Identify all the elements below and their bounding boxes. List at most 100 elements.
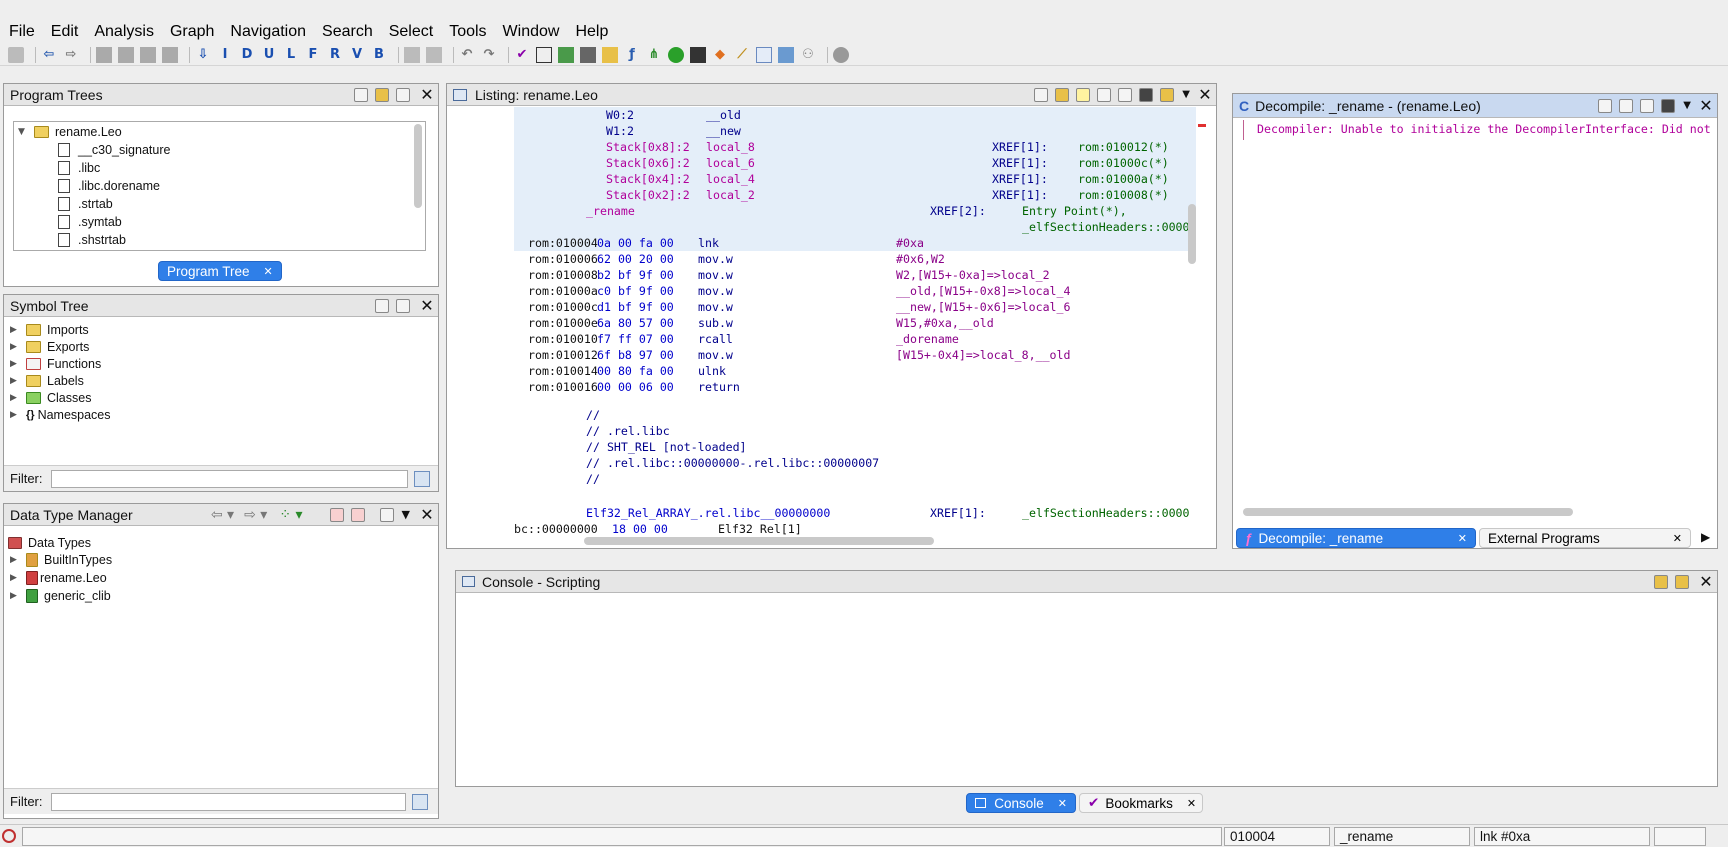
menu-select[interactable]: Select (389, 23, 433, 41)
forward-arrow-icon[interactable]: ⇨ ▾ (244, 507, 267, 523)
tab-decompile[interactable]: ƒ Decompile: _rename ✕ (1236, 528, 1476, 548)
function-xref-section[interactable]: _elfSectionHeaders::0000 (1022, 219, 1190, 235)
save-icon[interactable] (8, 46, 24, 63)
bookmark-icon[interactable] (426, 46, 442, 63)
nav-data-button[interactable]: D (239, 47, 255, 63)
filter-icon[interactable] (329, 507, 344, 522)
cursor-icon[interactable] (1076, 87, 1091, 102)
tab-external-programs[interactable]: External Programs ✕ (1479, 528, 1691, 548)
status-error-icon[interactable] (2, 829, 16, 843)
tree-item[interactable]: ▶ {} Namespaces (10, 407, 111, 423)
code-row[interactable]: rom:010014 00 80 fa 00 ulnk (514, 363, 1196, 379)
filter-icon[interactable] (350, 507, 365, 522)
filter-options-icon[interactable] (411, 793, 428, 810)
menu-analysis[interactable]: Analysis (94, 23, 154, 41)
decompile-horizontal-scrollbar[interactable] (1243, 508, 1573, 516)
expand-right-icon[interactable]: ▶ (10, 376, 20, 386)
memory-icon[interactable] (580, 46, 596, 63)
close-icon[interactable]: ✕ (1196, 85, 1214, 104)
tree-item[interactable]: .strtab (58, 196, 113, 212)
down-arrow-icon[interactable]: ⇩ (195, 47, 211, 63)
function-graph-icon[interactable]: ƒ (624, 47, 640, 63)
tree-item[interactable]: .shstrtab (58, 232, 126, 248)
expand-right-icon[interactable]: ▶ (10, 325, 20, 335)
copy-icon[interactable] (1619, 98, 1634, 113)
symbol-filter-input[interactable] (50, 469, 408, 488)
chat-icon[interactable] (833, 46, 849, 63)
new-symbol-icon[interactable] (375, 298, 389, 313)
tree-item[interactable]: ▶ generic_clib (10, 588, 111, 604)
paste-icon[interactable] (1055, 87, 1070, 102)
bookmark-icon[interactable] (404, 46, 420, 63)
nav-bytes-button[interactable]: B (371, 47, 387, 63)
delete-icon[interactable] (1640, 98, 1655, 113)
table-icon[interactable] (756, 46, 772, 63)
nav-label-button[interactable]: L (283, 47, 299, 63)
checkmark-icon[interactable]: ✔ (514, 47, 530, 63)
close-tab-icon[interactable]: ✕ (1187, 797, 1196, 810)
copy-icon[interactable] (1034, 87, 1049, 102)
menu-search[interactable]: Search (322, 23, 373, 41)
expand-right-icon[interactable]: ▶ (10, 359, 20, 369)
menu-graph[interactable]: Graph (170, 23, 214, 41)
export-icon[interactable] (778, 46, 794, 63)
close-icon[interactable]: ✕ (1697, 572, 1715, 591)
tree-item[interactable]: ▶ BuiltInTypes (10, 552, 112, 568)
add-icon[interactable]: ⁘ ▾ (279, 507, 302, 523)
tree-item[interactable]: .libc (58, 160, 100, 176)
menu-navigation[interactable]: Navigation (230, 23, 306, 41)
nav-function-button[interactable]: F (305, 47, 321, 63)
snapshot-icon[interactable] (1139, 87, 1154, 102)
graph-icon[interactable] (558, 46, 574, 63)
tree-item[interactable]: .symtab (58, 214, 122, 230)
code-row[interactable]: rom:01000a c0 bf 9f 00 mov.w __old,[W15+-0x… (514, 283, 1196, 299)
expand-right-icon[interactable]: ▶ (10, 410, 20, 420)
diff-icon[interactable] (1118, 87, 1133, 102)
tree-item[interactable]: __c30_signature (58, 142, 170, 158)
tab-console[interactable]: Console ✕ (966, 793, 1076, 813)
code-row[interactable]: rom:010016 00 00 06 00 return (514, 379, 1196, 395)
listing-code-view[interactable]: W0:2 __old W1:2 __new Stack[0x8]:2 local_8 XRE… (514, 107, 1196, 535)
menu-file[interactable]: File (9, 23, 35, 41)
menu-down-icon[interactable]: ▼ (402, 508, 410, 521)
nav-instruction-button[interactable]: I (217, 47, 233, 63)
tree-item[interactable]: ▶ Labels (10, 373, 84, 389)
vertical-scrollbar[interactable] (414, 124, 422, 208)
code-row[interactable]: rom:010006 62 00 20 00 mov.w #0x6,W2 (514, 251, 1196, 267)
listing-horizontal-scrollbar[interactable] (584, 537, 934, 545)
expand-down-icon[interactable]: ▼ (18, 127, 28, 137)
lock-icon[interactable] (1654, 574, 1668, 589)
tree-icon[interactable]: ⋔ (646, 47, 662, 63)
options-icon[interactable] (1160, 87, 1175, 102)
code-row[interactable]: rom:01000e 6a 80 57 00 sub.w W15,#0xa,__old (514, 315, 1196, 331)
array-xref-addr[interactable]: _elfSectionHeaders::0000 (1022, 505, 1190, 521)
snapshot-icon[interactable] (1661, 98, 1676, 113)
data-type-filter-input[interactable] (50, 792, 406, 811)
code-row[interactable]: rom:010012 6f b8 97 00 mov.w [W15+-0x4]=>lo… (514, 347, 1196, 363)
collapse-icon[interactable] (379, 507, 394, 522)
nav-doc-icon[interactable] (162, 46, 178, 63)
menu-down-icon[interactable]: ▼ (1683, 100, 1691, 111)
function-label[interactable]: _rename (586, 203, 635, 219)
undo-icon[interactable]: ↶ (459, 47, 475, 63)
tree-item[interactable]: ▶ Imports (10, 322, 89, 338)
code-row[interactable]: rom:010008 b2 bf 9f 00 mov.w W2,[W15+-0xa]=… (514, 267, 1196, 283)
expand-right-icon[interactable]: ▶ (10, 342, 20, 352)
code-row[interactable]: rom:01000c d1 bf 9f 00 mov.w __new,[W15+-0x… (514, 299, 1196, 315)
tab-bookmarks[interactable]: ✔ Bookmarks ✕ (1079, 793, 1203, 813)
close-tab-icon[interactable]: ✕ (1673, 532, 1682, 545)
nav-reference-button[interactable]: R (327, 47, 343, 63)
expand-right-icon[interactable]: ▶ (10, 393, 20, 403)
nav-doc-icon[interactable] (140, 46, 156, 63)
code-row[interactable]: rom:010004 0a 00 fa 00 lnk #0xa (514, 235, 1196, 251)
expand-right-icon[interactable]: ▶ (10, 591, 20, 601)
close-tab-icon[interactable]: ✕ (264, 265, 273, 278)
run-icon[interactable] (668, 46, 684, 63)
close-icon[interactable]: ✕ (418, 505, 436, 524)
forward-arrow-icon[interactable]: ⇨ (63, 47, 79, 63)
tree-item[interactable]: ▶ rename.Leo (10, 570, 107, 586)
edit-fields-icon[interactable] (1097, 87, 1112, 102)
tree-root[interactable]: ▼ rename.Leo (18, 124, 122, 140)
expand-right-icon[interactable]: ▶ (10, 573, 20, 583)
array-label[interactable]: Elf32_Rel_ARRAY_.rel.libc__00000000 (586, 505, 830, 521)
